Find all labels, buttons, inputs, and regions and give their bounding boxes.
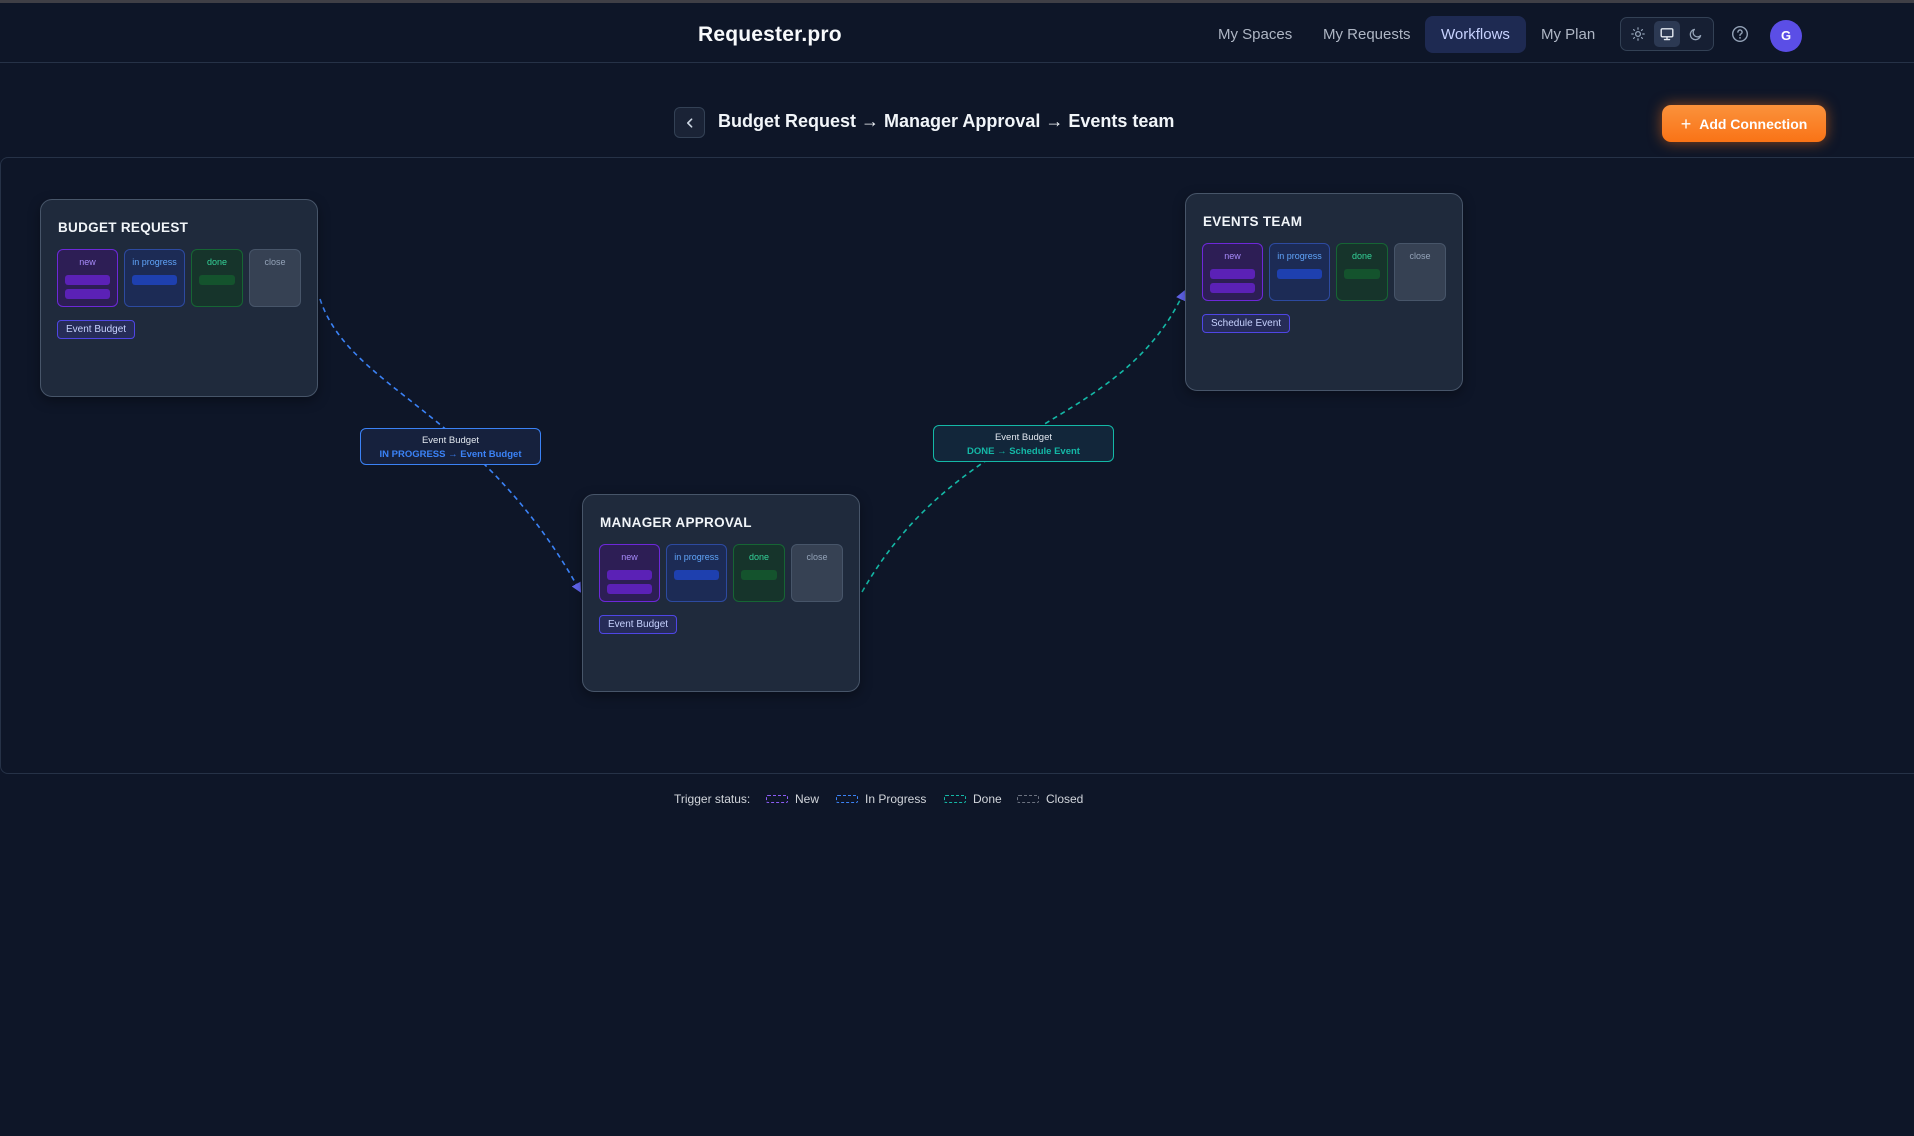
node-request-type-tag: Event Budget: [599, 615, 678, 634]
legend-label: New: [795, 792, 820, 806]
legend-item-done: Done: [944, 792, 1002, 806]
status-card-placeholder: [674, 570, 719, 580]
node-title: BUDGET REQUEST: [58, 220, 189, 235]
legend-title: Trigger status:: [674, 792, 751, 806]
user-avatar[interactable]: G: [1770, 20, 1802, 52]
theme-dark-button[interactable]: [1683, 21, 1709, 47]
theme-system-button[interactable]: [1654, 21, 1680, 47]
connection-name: Event Budget: [994, 432, 1053, 443]
status-card-placeholder: [132, 275, 177, 285]
workflow-node-budget-request[interactable]: BUDGET REQUEST new in progress done clos…: [40, 199, 318, 397]
node-request-type-tag: Schedule Event: [1202, 314, 1291, 333]
legend-label: Done: [973, 792, 1002, 806]
workflow-node-events-team[interactable]: EVENTS TEAM new in progress done close S…: [1185, 193, 1463, 391]
connection-rule: DONE → Schedule Event: [967, 446, 1080, 457]
add-connection-label: Add Connection: [1699, 115, 1808, 132]
status-column-close: close: [249, 249, 301, 307]
node-title: EVENTS TEAM: [1203, 214, 1303, 229]
status-label: new: [621, 552, 638, 562]
node-title: MANAGER APPROVAL: [600, 515, 752, 530]
chevron-left-icon: [686, 117, 692, 128]
help-icon[interactable]: [1731, 25, 1749, 43]
status-column-done: done: [191, 249, 243, 307]
status-column-new: new: [57, 249, 118, 307]
status-column-in-progress: in progress: [666, 544, 727, 602]
theme-light-button[interactable]: [1625, 21, 1651, 47]
connection-label-manager-to-events[interactable]: Event Budget DONE → Schedule Event: [933, 425, 1114, 462]
status-label: done: [206, 257, 228, 267]
plus-icon: +: [1680, 113, 1692, 134]
status-label: close: [1409, 251, 1431, 261]
status-column-new: new: [599, 544, 660, 602]
nav-workflows[interactable]: Workflows: [1425, 16, 1526, 53]
legend-swatch: [836, 795, 858, 803]
status-card-placeholder: [65, 275, 110, 285]
status-card-placeholder: [1210, 283, 1255, 293]
add-connection-button[interactable]: + Add Connection: [1662, 105, 1826, 142]
sun-icon: [1631, 27, 1645, 41]
status-card-placeholder: [607, 570, 652, 580]
status-label: in progress: [132, 257, 177, 267]
status-label: in progress: [674, 552, 719, 562]
legend-item-closed: Closed: [1017, 792, 1083, 806]
legend-label: In Progress: [865, 792, 927, 806]
status-card-placeholder: [741, 570, 777, 580]
status-column-done: done: [1336, 243, 1388, 301]
node-request-type-tag: Event Budget: [57, 320, 136, 339]
legend-swatch: [766, 795, 788, 803]
status-card-placeholder: [1344, 269, 1380, 279]
legend-swatch: [1017, 795, 1039, 803]
status-label: in progress: [1277, 251, 1322, 261]
legend-label: Closed: [1046, 792, 1084, 806]
status-column-in-progress: in progress: [1269, 243, 1330, 301]
legend-item-in-progress: In Progress: [836, 792, 926, 806]
status-label: new: [79, 257, 96, 267]
legend-item-new: New: [766, 792, 819, 806]
nav-my-requests[interactable]: My Requests: [1307, 16, 1427, 53]
status-label: close: [806, 552, 828, 562]
status-column-close: close: [1394, 243, 1446, 301]
connection-rule: IN PROGRESS → Event Budget: [379, 449, 522, 460]
connection-name: Event Budget: [421, 435, 480, 446]
status-column-new: new: [1202, 243, 1263, 301]
brand-logo[interactable]: Requester.pro: [698, 23, 842, 47]
monitor-icon: [1660, 28, 1674, 41]
status-column-in-progress: in progress: [124, 249, 185, 307]
status-card-placeholder: [1277, 269, 1322, 279]
theme-switcher: [1620, 17, 1714, 51]
workflow-node-manager-approval[interactable]: MANAGER APPROVAL new in progress done cl…: [582, 494, 860, 692]
status-card-placeholder: [1210, 269, 1255, 279]
legend-swatch: [944, 795, 966, 803]
workflow-title: Budget Request → Manager Approval → Even…: [718, 111, 1175, 131]
status-card-placeholder: [65, 289, 110, 299]
status-card-placeholder: [607, 584, 652, 594]
moon-icon: [1689, 28, 1702, 41]
status-label: done: [1351, 251, 1373, 261]
back-button[interactable]: [674, 107, 705, 138]
status-label: close: [264, 257, 286, 267]
top-navigation-bar: Requester.pro My Spaces My Requests Work…: [0, 3, 1914, 63]
status-card-placeholder: [199, 275, 235, 285]
status-label: done: [748, 552, 770, 562]
status-column-close: close: [791, 544, 843, 602]
nav-my-plan[interactable]: My Plan: [1525, 16, 1611, 53]
connection-label-budget-to-manager[interactable]: Event Budget IN PROGRESS → Event Budget: [360, 428, 541, 465]
status-label: new: [1224, 251, 1241, 261]
status-column-done: done: [733, 544, 785, 602]
nav-my-spaces[interactable]: My Spaces: [1202, 16, 1308, 53]
